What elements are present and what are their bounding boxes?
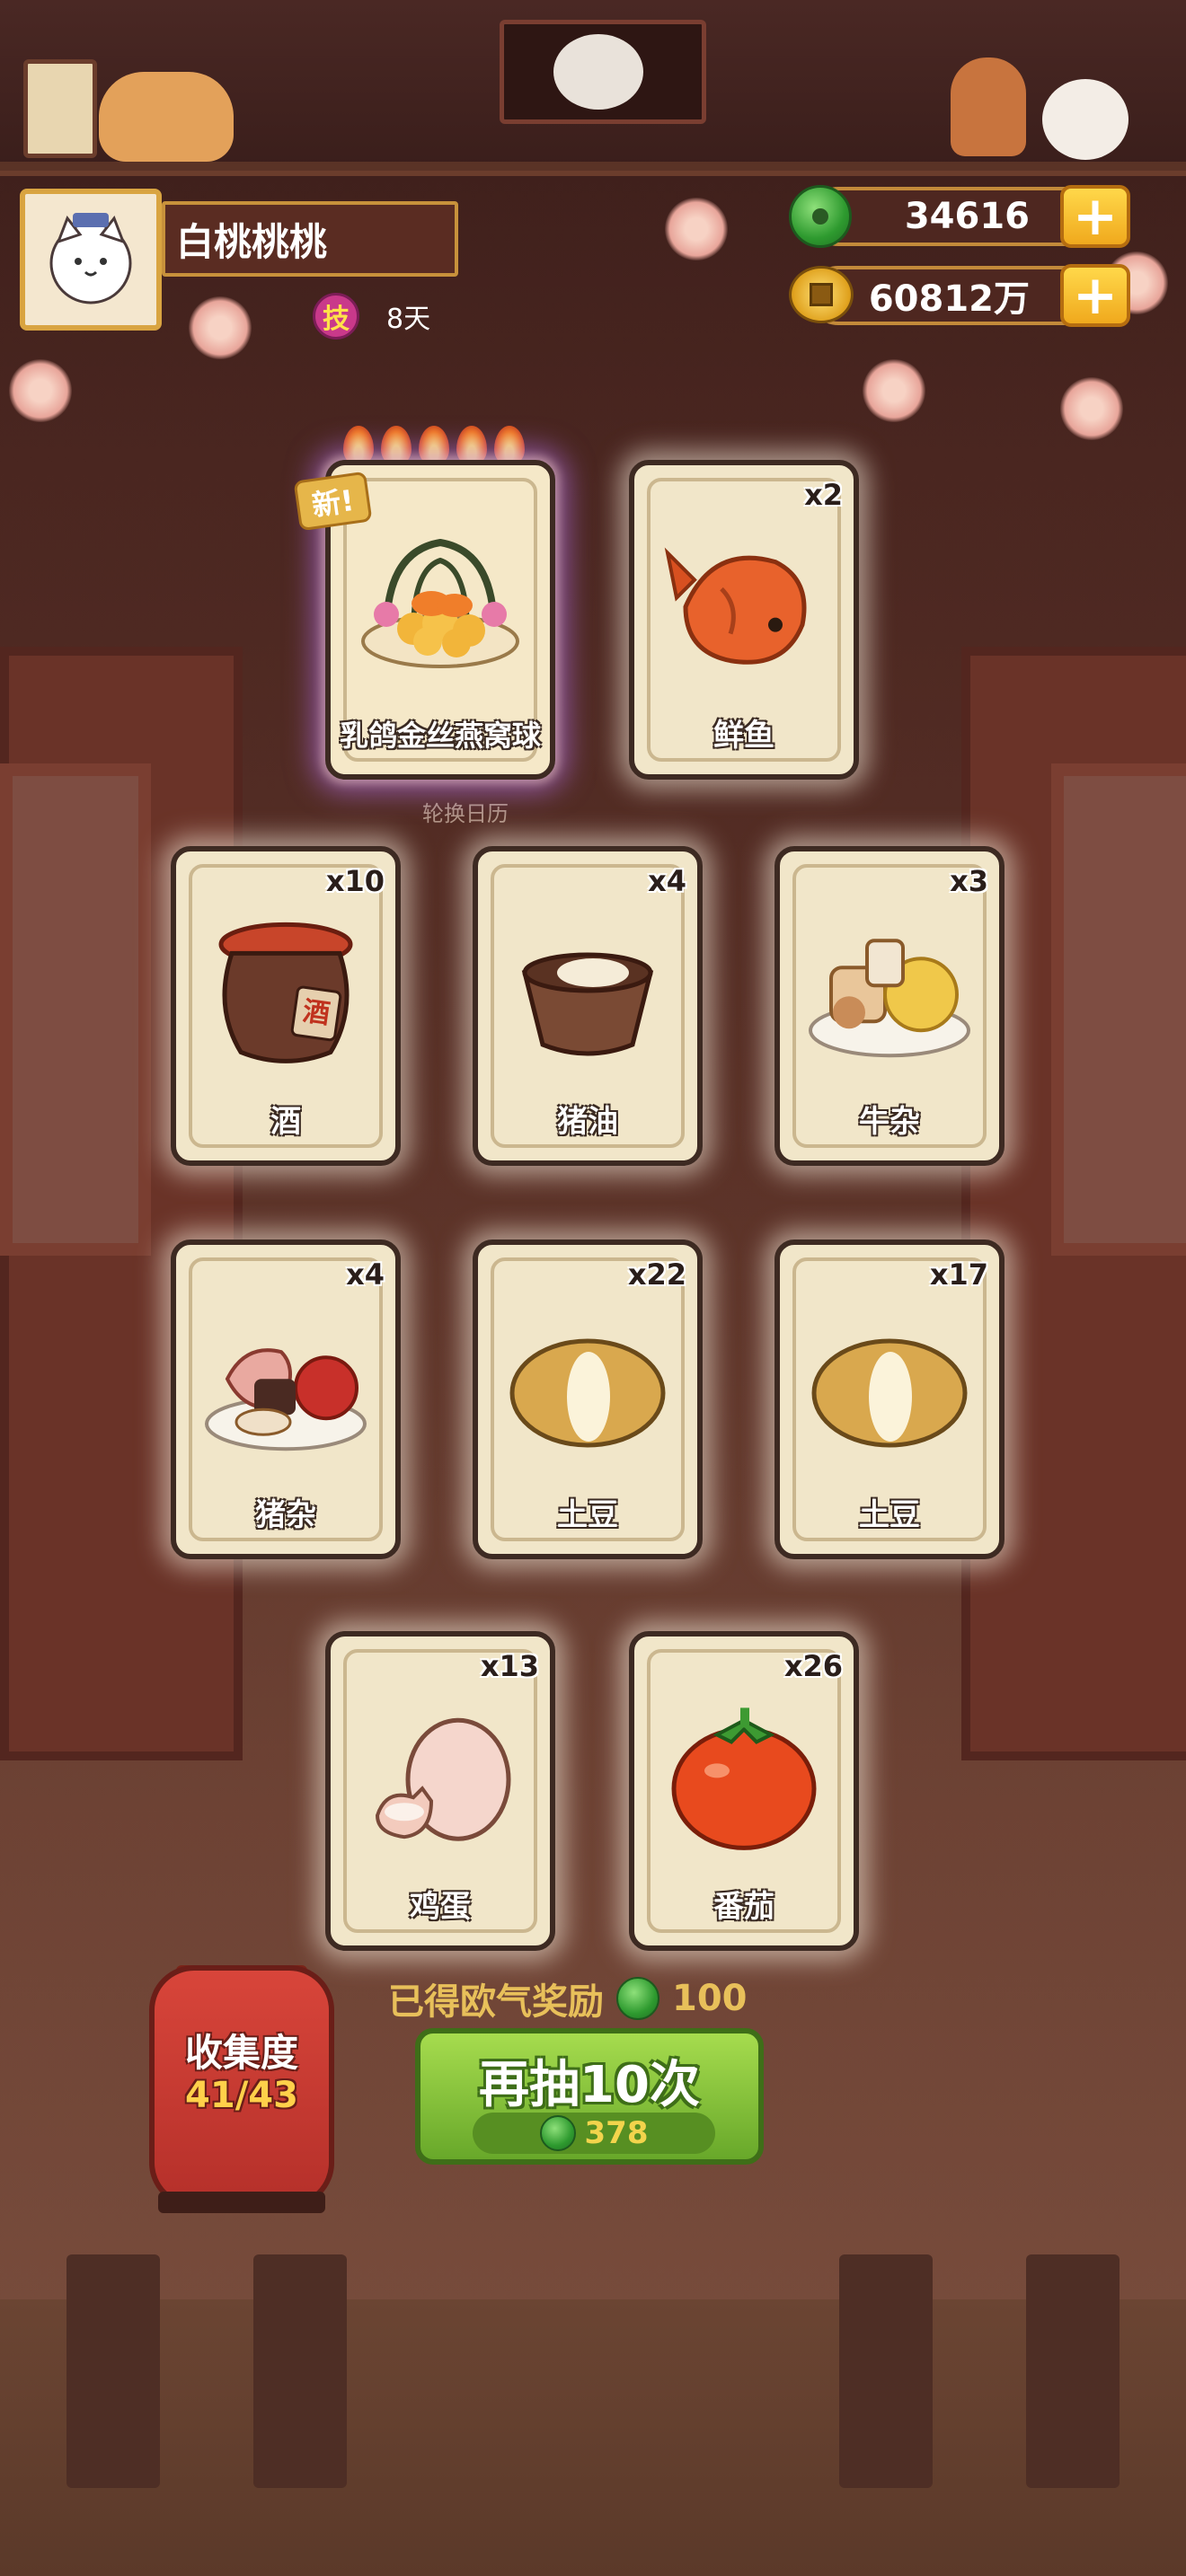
egg-icon: [375, 1717, 511, 1841]
lantern-stand: [158, 2192, 325, 2213]
fence-post: [66, 2254, 160, 2488]
card-name: 酒: [270, 1104, 301, 1140]
jade-icon: [539, 2115, 576, 2151]
tomato-icon: [671, 1707, 817, 1850]
right-window: [1051, 763, 1186, 1256]
potato-icon: [509, 1338, 666, 1448]
card-count: x3: [950, 864, 988, 898]
draw-cost-amount: 378: [584, 2115, 649, 2151]
blossom-decoration: [9, 359, 72, 422]
card-count: x4: [346, 1257, 385, 1292]
blossom-decoration: [665, 198, 728, 260]
fence-post: [839, 2254, 933, 2488]
pork-offal-plate-icon: [205, 1348, 367, 1451]
jar-label: 酒: [301, 995, 332, 1030]
collection-label: 收集度: [184, 2031, 298, 2075]
wine-jar-icon: 酒: [218, 922, 353, 1063]
rotation-calendar-label: 轮换日历: [422, 801, 509, 826]
jade-icon: [789, 185, 852, 248]
potato-icon: [811, 1338, 968, 1448]
card-count: x22: [627, 1257, 686, 1292]
fish-icon: [664, 547, 807, 665]
card-name: 乳鸽金丝燕窝球: [339, 719, 541, 753]
reward-amount: 100: [672, 1978, 748, 2019]
player-name: 白桃桃桃: [162, 201, 458, 277]
card-count: x2: [804, 478, 843, 512]
draw-10-button[interactable]: 再抽10次 378: [415, 2028, 764, 2165]
new-badge: 新!: [293, 471, 373, 532]
coin-icon: [789, 266, 854, 323]
reward-label: 已得欧气奖励: [388, 1981, 604, 2023]
card-name: 鸡蛋: [410, 1889, 471, 1925]
beef-offal-plate-icon: [809, 939, 970, 1058]
blossom-decoration: [863, 359, 925, 422]
fence-post: [1026, 2254, 1120, 2488]
coin-amount: 60812万: [868, 278, 1030, 320]
add-jade-button[interactable]: +: [1060, 185, 1130, 248]
tabby-cat-decoration: [99, 72, 234, 162]
card-name: 猪油: [557, 1104, 618, 1140]
card-egg[interactable]: x13 鸡蛋: [325, 1631, 555, 1951]
add-coin-button[interactable]: +: [1060, 264, 1130, 327]
card-potato[interactable]: x22 土豆: [473, 1239, 703, 1559]
reward-info: 已得欧气奖励 100: [388, 1972, 748, 2025]
skill-icon[interactable]: 技: [313, 293, 359, 340]
card-count: x26: [783, 1649, 843, 1683]
card-name: 土豆: [557, 1497, 618, 1533]
card-name: 土豆: [859, 1497, 920, 1533]
card-count: x17: [929, 1257, 988, 1292]
card-fresh-fish[interactable]: x2 鲜鱼: [629, 460, 859, 780]
card-count: x4: [648, 864, 686, 898]
card-tomato[interactable]: x26 番茄: [629, 1631, 859, 1951]
blossom-decoration: [1060, 377, 1123, 440]
card-name: 番茄: [713, 1889, 774, 1925]
card-pork-offal[interactable]: x4 猪杂: [171, 1239, 401, 1559]
jade-amount: 34616: [904, 196, 1030, 237]
card-count: x10: [325, 864, 385, 898]
card-wine[interactable]: x10 酒 酒: [171, 846, 401, 1166]
cat-avatar-icon: [49, 213, 132, 304]
lard-bowl-icon: [521, 952, 654, 1056]
card-name: 猪杂: [255, 1497, 316, 1533]
bird-nest-dish-icon: [361, 538, 519, 668]
left-window: [0, 763, 151, 1256]
card-name: 鲜鱼: [713, 718, 774, 754]
collection-lantern[interactable]: 收集度 41/43: [149, 1965, 334, 2208]
card-beef-offal[interactable]: x3 牛杂: [774, 846, 1005, 1166]
days-count: 8天: [386, 304, 431, 335]
draw-cost: 378: [473, 2113, 715, 2154]
jade-icon: [616, 1977, 659, 2020]
white-cat-decoration: [1042, 79, 1128, 160]
card-name: 牛杂: [859, 1104, 920, 1140]
fence-post: [253, 2254, 347, 2488]
draw-button-label: 再抽10次: [479, 2056, 700, 2114]
card-potato[interactable]: x17 土豆: [774, 1239, 1005, 1559]
floor: [0, 2299, 1186, 2576]
blossom-decoration: [189, 296, 252, 359]
scroll-icon: [23, 59, 97, 158]
collection-value: 41/43: [185, 2075, 298, 2116]
card-lard[interactable]: x4 猪油: [473, 846, 703, 1166]
card-count: x13: [480, 1649, 539, 1683]
avatar[interactable]: [20, 189, 162, 331]
grandpa-cat-decoration: [553, 34, 643, 110]
boy-character-decoration: [951, 57, 1026, 156]
